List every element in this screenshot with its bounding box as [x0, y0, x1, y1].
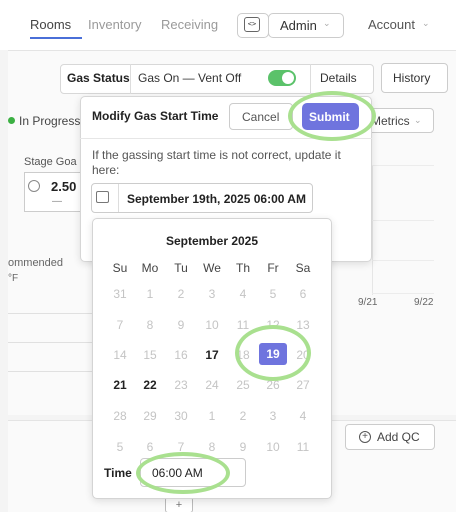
calendar-day[interactable]: 8	[197, 440, 227, 454]
weekday-header: Su	[112, 261, 128, 275]
calendar-month-title: September 2025	[165, 234, 259, 248]
calendar-day[interactable]: 24	[197, 378, 227, 392]
metrics-label: Metrics	[371, 114, 410, 128]
calendar-day[interactable]: 10	[197, 318, 227, 332]
stage-goal-value: 2.50	[51, 179, 77, 194]
calendar-day[interactable]: 16	[166, 348, 196, 362]
weekday-header: We	[203, 261, 221, 275]
highlight-ring-submit	[288, 91, 376, 141]
calendar-day[interactable]: 9	[166, 318, 196, 332]
weekday-header: Tu	[174, 261, 188, 275]
calendar-day[interactable]: 30	[166, 409, 196, 423]
calendar-day[interactable]: 10	[258, 440, 288, 454]
modal-title: Modify Gas Start Time	[92, 109, 219, 123]
status-badge: In Progress	[19, 114, 81, 128]
calendar-day[interactable]: 8	[135, 318, 165, 332]
plus-circle-icon: +	[359, 431, 371, 443]
top-nav: Rooms Inventory Receiving <> Admin ⌄ Acc…	[0, 0, 456, 50]
gridline	[372, 293, 434, 294]
weekday-header: Sa	[295, 261, 311, 275]
calendar-day[interactable]: 2	[166, 287, 196, 301]
chevron-down-icon: ⌄	[323, 18, 331, 28]
calendar-icon	[96, 191, 109, 203]
gridline	[372, 165, 434, 166]
details-label: Details	[320, 71, 357, 85]
calendar-day[interactable]: 5	[105, 440, 135, 454]
calendar-day[interactable]: 29	[135, 409, 165, 423]
weekday-header: Th	[235, 261, 250, 275]
calendar-day[interactable]: 14	[105, 348, 135, 362]
modal-help-text: If the gassing start time is not correct…	[92, 148, 341, 177]
calendar-day[interactable]: 27	[288, 378, 318, 392]
add-qc-label: Add QC	[377, 430, 420, 444]
history-label: History	[393, 71, 431, 85]
calendar-day[interactable]: 3	[197, 287, 227, 301]
row-divider	[8, 313, 93, 314]
calendar-day[interactable]: 23	[166, 378, 196, 392]
calendar-day[interactable]: 4	[228, 287, 258, 301]
toggle-knob	[282, 72, 294, 84]
start-date-value: September 19th, 2025 06:00 AM	[127, 192, 306, 206]
nav-inventory[interactable]: Inventory	[88, 17, 141, 32]
recommended-label: ommended	[8, 257, 64, 269]
x-tick-label: 9/22	[414, 297, 434, 308]
admin-label: Admin	[280, 18, 317, 33]
calendar-day[interactable]: 7	[105, 318, 135, 332]
divider	[130, 64, 131, 94]
active-tab-indicator	[30, 37, 82, 39]
gas-status-value: Gas On — Vent Off	[138, 71, 242, 85]
calendar-day[interactable]: 22	[135, 378, 165, 392]
calendar-day[interactable]: 6	[135, 440, 165, 454]
calendar-day[interactable]: 1	[197, 409, 227, 423]
nav-receiving[interactable]: Receiving	[161, 17, 218, 32]
divider	[118, 184, 119, 212]
nav-rooms[interactable]: Rooms	[30, 17, 71, 32]
chart-area	[372, 165, 434, 295]
gridline	[372, 220, 434, 221]
code-icon: <>	[244, 17, 260, 32]
highlight-ring-time	[136, 452, 230, 494]
gridline	[372, 260, 434, 261]
calendar-day[interactable]: 3	[258, 409, 288, 423]
status-dot-icon	[8, 117, 15, 124]
calendar-day[interactable]: 15	[135, 348, 165, 362]
unit-label: °F	[8, 273, 19, 284]
calendar-day[interactable]: 1	[135, 287, 165, 301]
calendar-day[interactable]: 21	[105, 378, 135, 392]
calendar-day[interactable]: 17	[197, 348, 227, 362]
calendar-day[interactable]: 28	[105, 409, 135, 423]
chevron-down-icon: ⌄	[414, 115, 422, 125]
time-label: Time	[104, 466, 132, 480]
row-divider	[8, 342, 93, 343]
calendar-day[interactable]: 25	[228, 378, 258, 392]
calendar-day[interactable]: 4	[288, 409, 318, 423]
calendar-day[interactable]: 6	[288, 287, 318, 301]
gas-status-label: Gas Status	[67, 71, 130, 85]
weekday-header: Mo	[141, 261, 159, 275]
weekday-header: Fr	[267, 261, 279, 275]
row-divider	[8, 371, 93, 372]
stage-goal-label: Stage Goa	[24, 156, 77, 168]
calendar-day[interactable]: 9	[228, 440, 258, 454]
cancel-label: Cancel	[242, 110, 280, 124]
target-icon	[28, 180, 40, 192]
highlight-ring-selected-day	[235, 325, 311, 381]
calendar-day[interactable]: 31	[105, 287, 135, 301]
calendar-day[interactable]: 11	[288, 440, 318, 454]
chevron-down-icon: ⌄	[422, 18, 430, 28]
stage-goal-dash: —	[52, 196, 62, 207]
account-menu[interactable]: Account	[368, 17, 415, 32]
x-tick-label: 9/21	[358, 297, 378, 308]
calendar-day[interactable]: 2	[228, 409, 258, 423]
calendar-day[interactable]: 5	[258, 287, 288, 301]
add-button[interactable]: +	[165, 497, 193, 512]
